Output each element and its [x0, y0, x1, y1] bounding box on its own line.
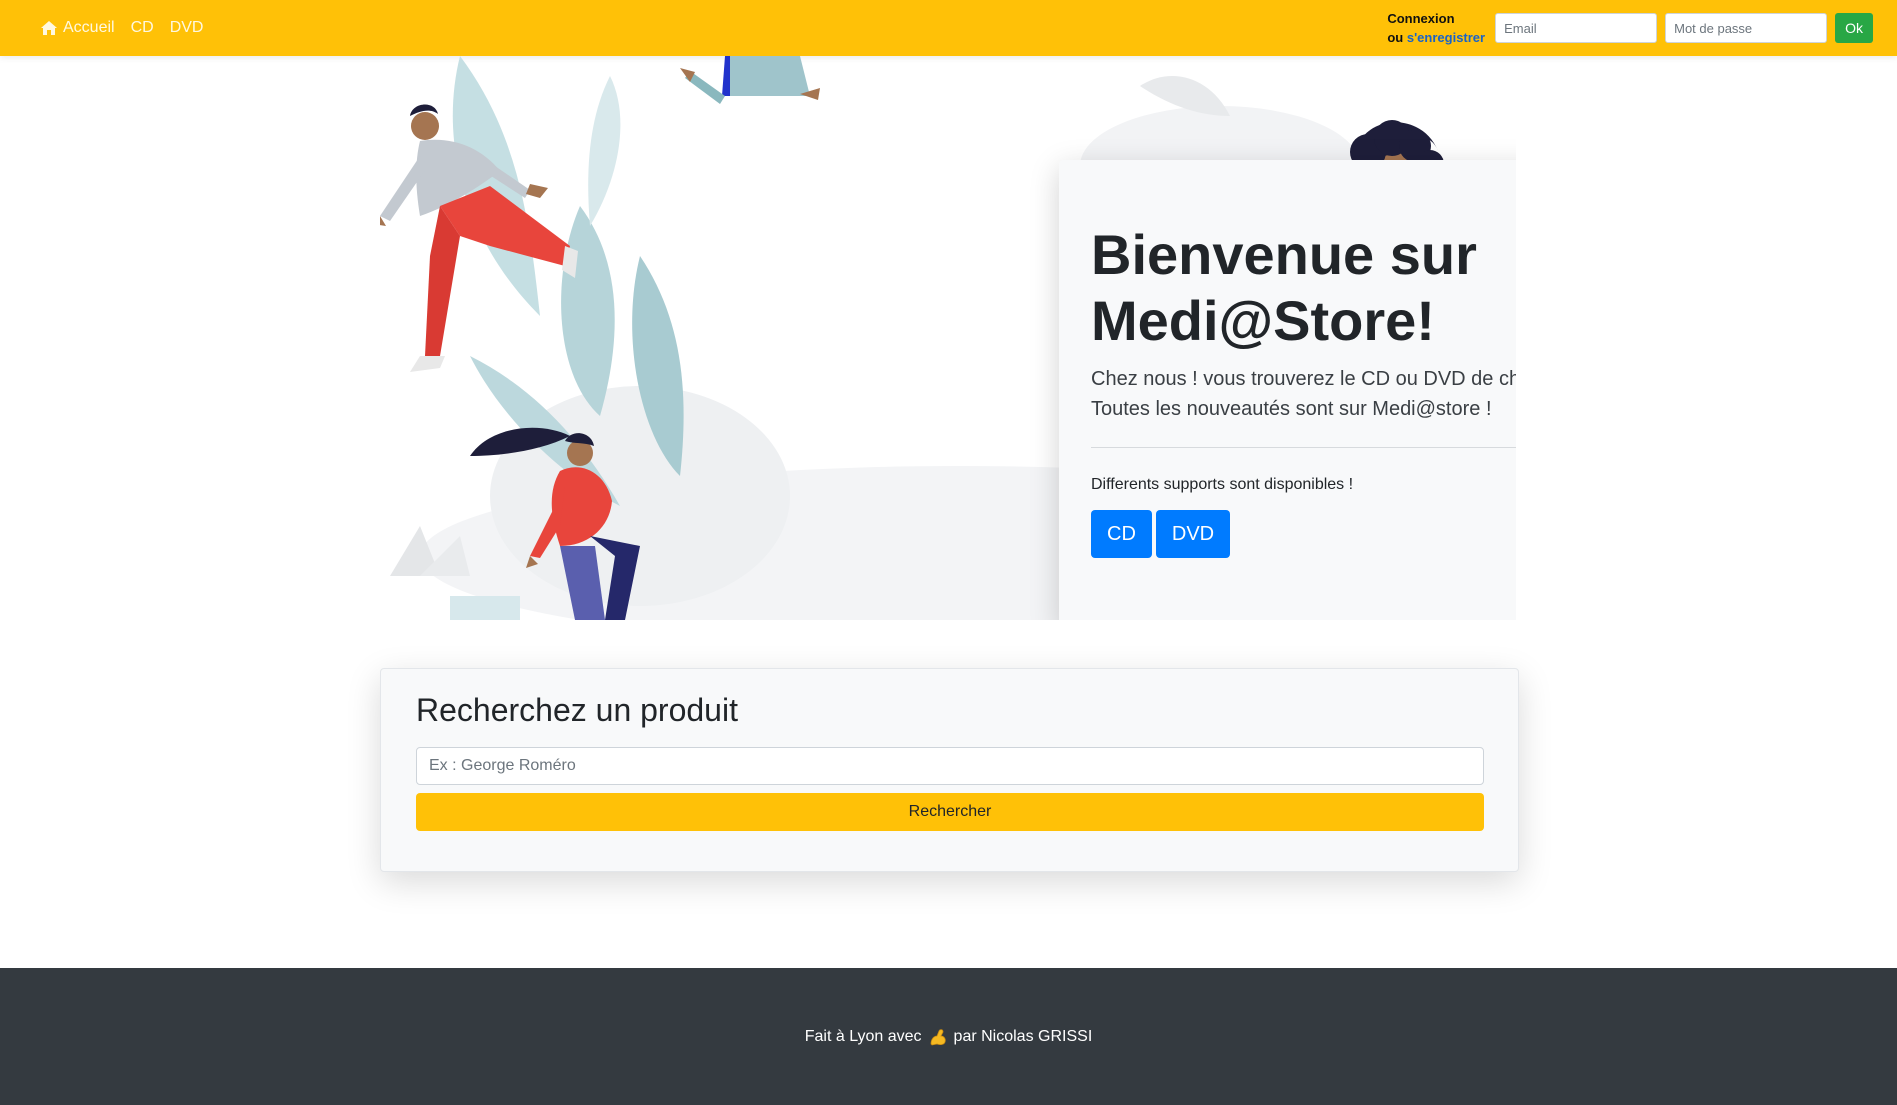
email-input[interactable] — [1495, 13, 1658, 43]
hero-section: Bienvenue sur Medi@Store! Chez nous ! vo… — [380, 56, 1516, 620]
login-form: Connexion ou s'enregistrer Ok — [1387, 0, 1873, 56]
welcome-lead-line2: Toutes les nouveautés sont sur Medi@stor… — [1091, 398, 1492, 420]
welcome-title: Bienvenue sur Medi@Store! — [1091, 222, 1516, 354]
supports-text: Differents supports sont disponibles ! — [1091, 476, 1354, 493]
search-button[interactable]: Rechercher — [416, 793, 1484, 831]
dvd-button[interactable]: DVD — [1155, 510, 1231, 558]
login-or: ou — [1387, 30, 1404, 45]
flexed-biceps-icon — [930, 1028, 946, 1045]
footer: Fait à Lyon avec par Nicolas GRISSI — [0, 968, 1897, 1105]
support-buttons: CD DVD — [1091, 510, 1516, 558]
welcome-lead: Chez nous ! vous trouverez le CD ou DVD … — [1091, 364, 1516, 424]
footer-text: Fait à Lyon avec par Nicolas GRISSI — [804, 1027, 1093, 1047]
welcome-title-line2: Medi@Store! — [1091, 289, 1435, 352]
home-icon — [41, 21, 57, 35]
login-title: Connexion — [1387, 11, 1455, 26]
search-title: Recherchez un produit — [416, 692, 738, 728]
login-submit-button[interactable]: Ok — [1835, 13, 1873, 43]
divider — [1091, 447, 1516, 448]
nav-home-label: Accueil — [63, 19, 115, 36]
password-input[interactable] — [1665, 13, 1828, 43]
register-link[interactable]: s'enregistrer — [1407, 30, 1485, 45]
nav-cd-link[interactable]: CD — [131, 19, 154, 37]
welcome-title-line1: Bienvenue sur — [1091, 223, 1477, 286]
cd-button[interactable]: CD — [1091, 510, 1152, 558]
welcome-jumbotron: Bienvenue sur Medi@Store! Chez nous ! vo… — [1059, 160, 1516, 620]
search-input[interactable] — [416, 747, 1484, 785]
search-card: Recherchez un produit Rechercher — [380, 668, 1519, 872]
nav-dvd-link[interactable]: DVD — [170, 19, 204, 37]
footer-text-after: par Nicolas GRISSI — [953, 1027, 1093, 1045]
welcome-lead-line1: Chez nous ! vous trouverez le CD ou DVD … — [1091, 368, 1516, 390]
footer-text-before: Fait à Lyon avec — [804, 1027, 922, 1045]
nav-links: Accueil CD DVD — [40, 0, 203, 56]
login-label: Connexion ou s'enregistrer — [1387, 9, 1485, 47]
navbar: Accueil CD DVD Connexion ou s'enregistre… — [0, 0, 1897, 56]
nav-home-link[interactable]: Accueil — [40, 19, 115, 37]
login-register-line: ou s'enregistrer — [1387, 28, 1485, 47]
